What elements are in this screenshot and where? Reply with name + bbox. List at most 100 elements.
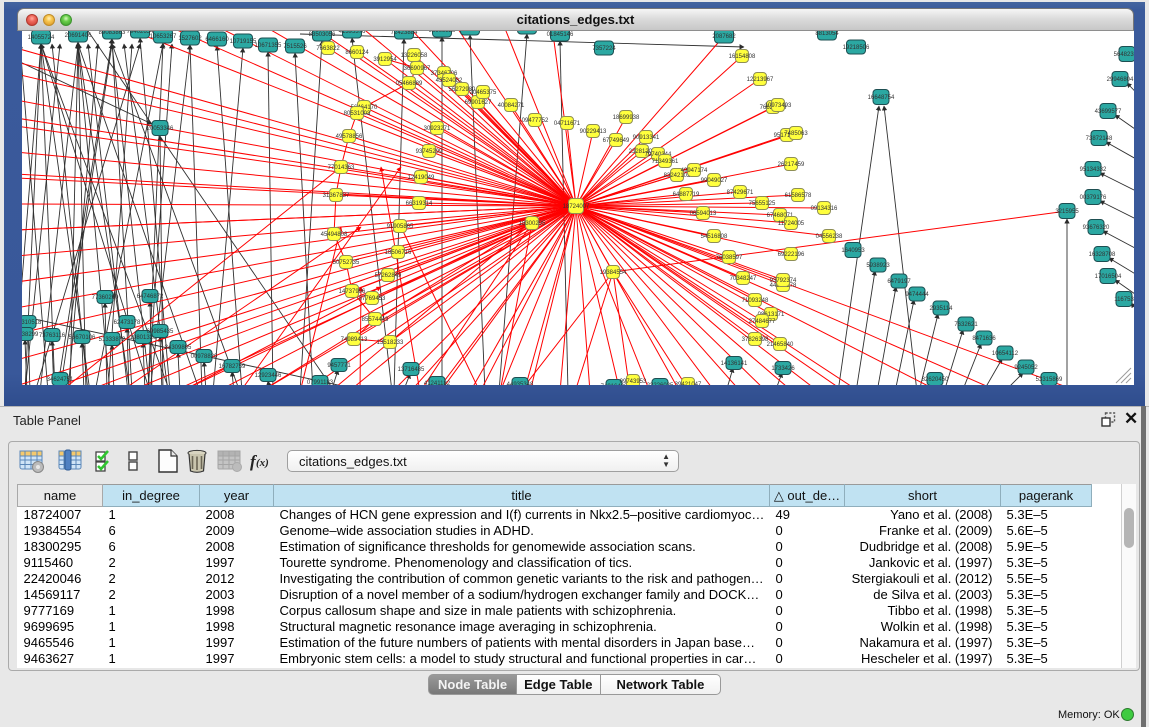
svg-text:77360260: 77360260 [92, 295, 119, 301]
svg-text:04711671: 04711671 [554, 121, 581, 127]
svg-text:12213967: 12213967 [747, 77, 774, 83]
svg-text:93745299: 93745299 [416, 149, 443, 155]
svg-text:10653267: 10653267 [150, 34, 177, 40]
svg-text:49947174: 49947174 [681, 168, 708, 174]
svg-text:74989413: 74989413 [341, 337, 368, 343]
svg-text:73872148: 73872148 [1086, 136, 1113, 142]
svg-text:5938923: 5938923 [866, 263, 890, 269]
svg-text:18724007: 18724007 [563, 204, 590, 210]
svg-text:8660124: 8660124 [345, 50, 369, 56]
svg-text:116753: 116753 [1114, 297, 1134, 303]
svg-text:99049027: 99049027 [701, 178, 728, 184]
svg-text:04556238: 04556238 [816, 234, 843, 240]
svg-text:11724005: 11724005 [778, 221, 805, 227]
svg-text:43699577: 43699577 [1095, 109, 1122, 115]
svg-text:10719155: 10719155 [230, 39, 257, 45]
svg-text:2935114: 2935114 [930, 306, 954, 312]
svg-text:41395376: 41395376 [339, 31, 366, 35]
svg-text:7515526: 7515526 [283, 44, 307, 50]
svg-text:16648754: 16648754 [868, 95, 895, 101]
svg-text:43524082: 43524082 [436, 78, 463, 84]
svg-text:34738299: 34738299 [22, 332, 39, 338]
svg-text:53315869: 53315869 [1036, 377, 1063, 383]
svg-text:00379176: 00379176 [1080, 195, 1107, 201]
svg-text:19218506: 19218506 [843, 45, 870, 51]
svg-text:61586578: 61586578 [785, 193, 812, 199]
svg-text:90913341: 90913341 [633, 135, 660, 141]
svg-text:7357224: 7357224 [592, 46, 616, 52]
svg-text:09477752: 09477752 [522, 118, 549, 124]
svg-text:7663822: 7663822 [316, 46, 340, 52]
svg-text:30923271: 30923271 [424, 126, 451, 132]
svg-text:96965328: 96965328 [429, 31, 456, 34]
svg-text:71093248: 71093248 [742, 298, 769, 304]
svg-text:75655125: 75655125 [749, 201, 776, 207]
svg-text:49578856: 49578856 [336, 134, 363, 140]
svg-text:18699938: 18699938 [613, 115, 640, 121]
svg-text:57262849: 57262849 [375, 273, 402, 279]
svg-text:56482366: 56482366 [1114, 52, 1134, 58]
svg-text:40084271: 40084271 [498, 103, 525, 109]
svg-text:34624751: 34624751 [47, 377, 74, 383]
svg-text:87769453: 87769453 [359, 296, 386, 302]
svg-text:27484677: 27484677 [749, 319, 776, 325]
svg-text:13518233: 13518233 [377, 340, 404, 346]
svg-text:93792374: 93792374 [770, 278, 797, 284]
svg-text:7632621: 7632621 [954, 322, 978, 328]
svg-text:01845146: 01845146 [547, 32, 574, 38]
svg-text:89083863: 89083863 [99, 31, 126, 36]
svg-text:39421047: 39421047 [675, 382, 702, 385]
svg-text:13716485: 13716485 [398, 367, 425, 373]
svg-text:34309805: 34309805 [165, 345, 192, 351]
svg-text:05466889: 05466889 [396, 81, 423, 87]
svg-text:44935348: 44935348 [507, 382, 534, 385]
svg-text:10973493: 10973493 [765, 103, 792, 109]
svg-text:83503056: 83503056 [309, 32, 336, 38]
svg-text:12419049: 12419049 [408, 175, 435, 181]
svg-text:82620450: 82620450 [922, 377, 949, 383]
svg-text:20691406: 20691406 [65, 33, 92, 39]
svg-text:20465375: 20465375 [470, 90, 497, 96]
svg-text:20053346: 20053346 [147, 126, 174, 132]
svg-text:71349361: 71349361 [652, 159, 679, 165]
svg-text:54516808: 54516808 [701, 234, 728, 240]
svg-text:69222196: 69222196 [778, 252, 805, 258]
svg-text:07991183: 07991183 [307, 380, 334, 385]
svg-text:37826398: 37826398 [742, 337, 769, 343]
svg-text:9474444: 9474444 [905, 292, 929, 298]
svg-text:41241182: 41241182 [424, 381, 451, 385]
svg-text:12923446: 12923446 [255, 373, 282, 379]
svg-text:87429671: 87429671 [727, 190, 754, 196]
svg-text:10671355: 10671355 [255, 43, 282, 49]
svg-text:77014363: 77014363 [328, 165, 355, 171]
svg-text:1640953: 1640953 [841, 248, 865, 254]
svg-text:95134332: 95134332 [1080, 167, 1107, 173]
svg-text:8813054: 8813054 [815, 31, 839, 37]
svg-text:3912954: 3912954 [373, 57, 397, 63]
svg-text:31367837: 31367837 [323, 193, 350, 199]
svg-text:7485063: 7485063 [784, 131, 808, 137]
svg-text:00978820: 00978820 [191, 354, 218, 360]
svg-text:73763116: 73763116 [39, 333, 66, 339]
svg-text:29946804: 29946804 [1107, 77, 1134, 83]
svg-text:80531003: 80531003 [344, 111, 371, 117]
svg-text:50752735: 50752735 [333, 260, 360, 266]
svg-text:9245052: 9245052 [1014, 365, 1038, 371]
svg-text:26217459: 26217459 [778, 162, 805, 168]
svg-text:71012269: 71012269 [457, 31, 484, 32]
svg-text:69985435: 69985435 [147, 329, 174, 335]
svg-text:10310518: 10310518 [22, 320, 42, 326]
svg-text:14737996: 14737996 [339, 289, 366, 295]
svg-text:8471636: 8471636 [972, 336, 996, 342]
svg-text:14055724: 14055724 [28, 35, 55, 41]
svg-text:67749649: 67749649 [603, 138, 630, 144]
svg-text:62473178: 62473178 [114, 320, 141, 326]
svg-text:(x): (x) [256, 457, 269, 469]
svg-text:36690967: 36690967 [404, 66, 431, 72]
svg-text:18506716: 18506716 [385, 250, 412, 256]
svg-text:64746872: 64746872 [137, 294, 164, 300]
svg-text:3215955: 3215955 [1055, 209, 1079, 215]
svg-text:21465840: 21465840 [767, 342, 794, 348]
svg-text:10654112: 10654112 [992, 351, 1019, 357]
svg-text:1733426: 1733426 [771, 366, 795, 372]
